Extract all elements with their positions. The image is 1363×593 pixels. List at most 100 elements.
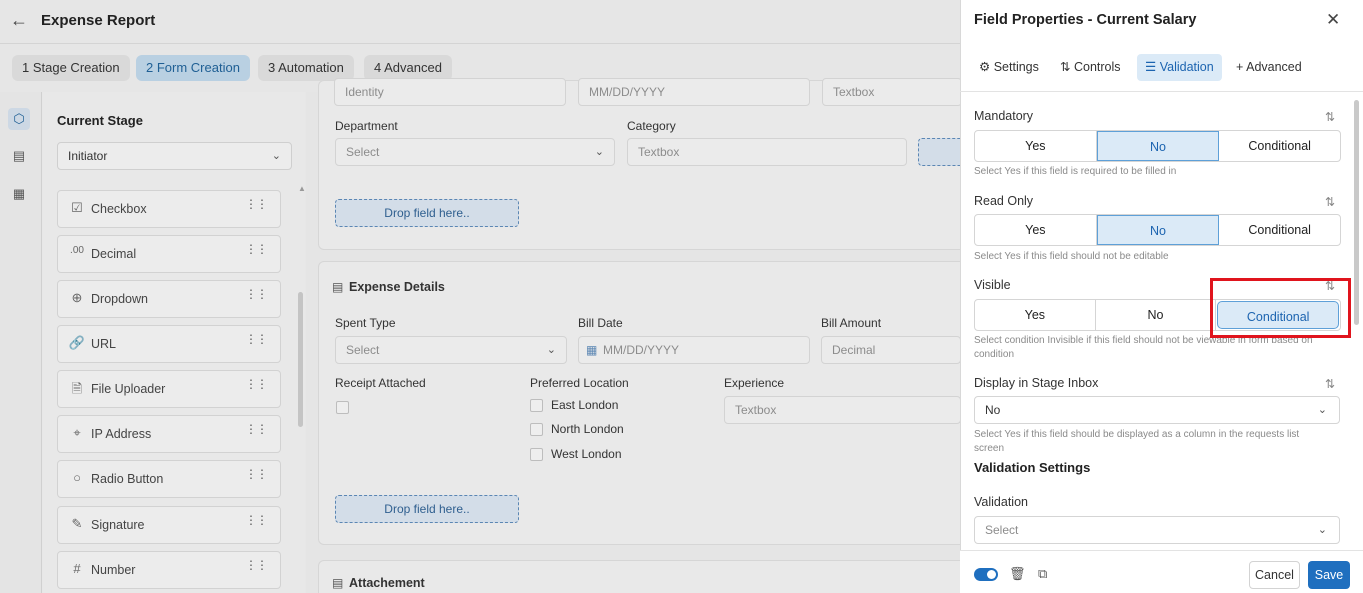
sort-icon[interactable]: ⇅: [1325, 377, 1335, 391]
control-label: Checkbox: [91, 202, 147, 216]
file-upload-icon: 🗎: [71, 381, 83, 396]
identity-field[interactable]: Identity: [334, 78, 566, 106]
read-only-segmented: Yes No Conditional: [974, 214, 1341, 246]
textbox-field[interactable]: Textbox: [822, 78, 962, 106]
cancel-button[interactable]: Cancel: [1249, 561, 1300, 589]
enable-toggle[interactable]: [974, 568, 998, 581]
control-number[interactable]: # Number ⋮⋮: [57, 551, 281, 589]
panel-scrollbar[interactable]: [1354, 100, 1359, 325]
tab-label: Controls: [1073, 60, 1121, 74]
mandatory-yes[interactable]: Yes: [975, 131, 1097, 161]
tab-validation[interactable]: ☰ Validation: [1137, 54, 1222, 81]
drag-handle-icon[interactable]: ⋮⋮: [245, 243, 268, 255]
spent-type-select[interactable]: Select ⌄: [335, 336, 567, 364]
control-dropdown[interactable]: ⊕ Dropdown ⋮⋮: [57, 280, 281, 318]
control-label: URL: [91, 337, 117, 351]
control-radio-button[interactable]: ○ Radio Button ⋮⋮: [57, 460, 281, 498]
control-url[interactable]: 🔗 URL ⋮⋮: [57, 325, 281, 363]
save-button[interactable]: Save: [1308, 561, 1350, 589]
read-only-yes[interactable]: Yes: [975, 215, 1097, 245]
copy-icon[interactable]: ⧉: [1038, 566, 1047, 582]
bill-amount-field[interactable]: Decimal: [821, 336, 961, 364]
stage-select[interactable]: Initiator ⌄: [57, 142, 292, 170]
controls-scrollbar[interactable]: [298, 292, 303, 427]
plus-icon: +: [1236, 60, 1244, 74]
option-checkbox[interactable]: [530, 399, 543, 412]
control-checkbox[interactable]: ☑ Checkbox ⋮⋮: [57, 190, 281, 228]
drag-handle-icon[interactable]: ⋮⋮: [245, 514, 268, 526]
read-only-conditional[interactable]: Conditional: [1219, 215, 1340, 245]
back-arrow-icon[interactable]: ←: [10, 10, 28, 31]
bill-date-field[interactable]: ▦ MM/DD/YYYY: [578, 336, 810, 364]
step-stage-creation[interactable]: 1 Stage Creation: [12, 55, 130, 81]
mandatory-segmented: Yes No Conditional: [974, 130, 1341, 162]
visible-yes[interactable]: Yes: [975, 300, 1096, 330]
visible-hint: Select condition Invisible if this field…: [974, 335, 1313, 360]
attachment-title: Attachement: [349, 576, 425, 590]
drop-zone[interactable]: Drop field here..: [335, 199, 519, 227]
tab-advanced[interactable]: + Advanced: [1228, 54, 1310, 81]
drag-handle-icon[interactable]: ⋮⋮: [245, 423, 268, 435]
ip-icon: ⌖: [73, 425, 81, 440]
option-north-london: North London: [551, 422, 624, 436]
option-checkbox[interactable]: [530, 448, 543, 461]
mandatory-conditional[interactable]: Conditional: [1219, 131, 1340, 161]
visible-label: Visible: [974, 278, 1011, 292]
read-only-no[interactable]: No: [1096, 215, 1220, 245]
document-icon[interactable]: ▦: [8, 183, 30, 205]
trash-icon[interactable]: 🗑: [1009, 566, 1026, 582]
calendar-icon: ▦: [586, 343, 598, 357]
drag-handle-icon[interactable]: ⋮⋮: [245, 333, 268, 345]
control-signature[interactable]: ✎ Signature ⋮⋮: [57, 506, 281, 544]
department-select[interactable]: Select ⌄: [335, 138, 615, 166]
tab-label: Advanced: [1246, 60, 1302, 74]
experience-field[interactable]: Textbox: [724, 396, 961, 424]
experience-label: Experience: [724, 376, 785, 390]
tab-settings[interactable]: ⚙ Settings: [971, 54, 1047, 81]
control-file-uploader[interactable]: 🗎 File Uploader ⋮⋮: [57, 370, 281, 408]
drop-zone[interactable]: Drop field here..: [335, 495, 519, 523]
sort-icon[interactable]: ⇅: [1325, 195, 1335, 209]
drag-handle-icon[interactable]: ⋮⋮: [245, 559, 268, 571]
department-label: Department: [335, 119, 398, 133]
stage-inbox-select[interactable]: No ⌄: [974, 396, 1340, 424]
tab-controls[interactable]: ⇅ Controls: [1052, 54, 1129, 81]
drag-handle-icon[interactable]: ⋮⋮: [245, 288, 268, 300]
validation-placeholder: Select: [985, 523, 1019, 537]
drag-handle-icon[interactable]: ⋮⋮: [245, 468, 268, 480]
drag-handle-icon[interactable]: ⋮⋮: [245, 198, 268, 210]
sort-icon[interactable]: ⇅: [1325, 110, 1335, 124]
department-placeholder: Select: [346, 145, 380, 159]
option-checkbox[interactable]: [530, 423, 543, 436]
signature-icon: ✎: [71, 516, 83, 531]
gear-icon: ⚙: [979, 60, 991, 74]
form-icon[interactable]: ▤: [8, 145, 30, 167]
date-field[interactable]: MM/DD/YYYY: [578, 78, 810, 106]
drag-handle-icon[interactable]: ⋮⋮: [245, 378, 268, 390]
expense-details-title: Expense Details: [349, 280, 445, 294]
stage-inbox-value: No: [985, 403, 1001, 417]
close-icon[interactable]: ✕: [1326, 10, 1340, 30]
option-east-london: East London: [551, 398, 619, 412]
spent-type-placeholder: Select: [346, 343, 380, 357]
mandatory-no[interactable]: No: [1096, 131, 1220, 161]
control-label: Radio Button: [91, 472, 164, 486]
visible-no[interactable]: No: [1096, 300, 1217, 330]
category-field[interactable]: Textbox: [627, 138, 907, 166]
chevron-down-icon: ⌄: [546, 344, 556, 356]
link-icon: 🔗: [68, 335, 86, 350]
receipt-label: Receipt Attached: [335, 376, 426, 390]
stage-select-value: Initiator: [68, 149, 108, 163]
chevron-down-icon: ⌄: [594, 146, 604, 158]
step-form-creation[interactable]: 2 Form Creation: [136, 55, 250, 81]
receipt-checkbox[interactable]: [336, 401, 349, 414]
scroll-up-icon[interactable]: ▲: [298, 184, 306, 193]
control-decimal[interactable]: .00 Decimal ⋮⋮: [57, 235, 281, 273]
drop-zone-partial[interactable]: [918, 138, 960, 166]
validation-select[interactable]: Select ⌄: [974, 516, 1340, 544]
control-ip-address[interactable]: ⌖ IP Address ⋮⋮: [57, 415, 281, 453]
control-label: Number: [91, 563, 136, 577]
cube-icon[interactable]: ⬡: [8, 108, 30, 130]
control-label: Decimal: [91, 247, 137, 261]
bill-date-label: Bill Date: [578, 316, 623, 330]
